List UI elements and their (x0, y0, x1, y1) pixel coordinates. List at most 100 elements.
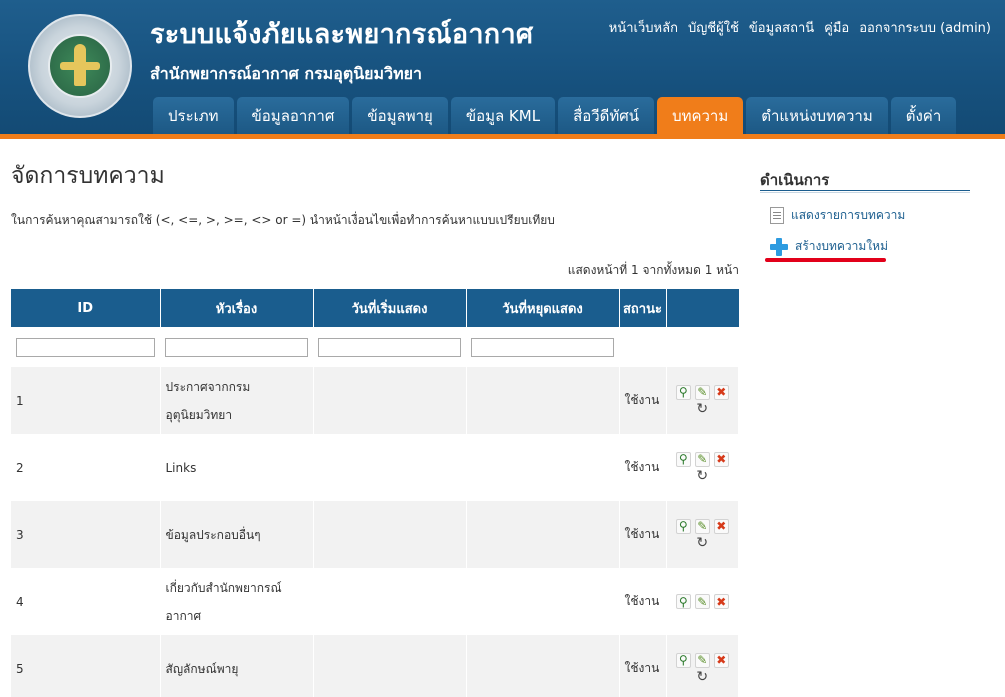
tab-articles[interactable]: บทความ (657, 97, 744, 135)
tab-kml-data[interactable]: ข้อมูล KML (450, 97, 556, 135)
delete-icon[interactable]: ✖ (713, 451, 729, 467)
delete-icon[interactable]: ✖ (713, 384, 729, 400)
cell-status: ใช้งาน (619, 367, 667, 434)
logo-emblem-icon (48, 34, 112, 98)
tab-types[interactable]: ประเภท (153, 97, 234, 135)
toplink-logout[interactable]: ออกจากระบบ (admin) (859, 17, 991, 38)
cell-end-date (466, 568, 620, 635)
view-icon[interactable]: ⚲ (675, 451, 691, 467)
toplink-home[interactable]: หน้าเว็บหลัก (609, 17, 678, 38)
tab-settings[interactable]: ตั้งค่า (890, 97, 957, 135)
sidebar-divider (760, 190, 970, 193)
column-header-status[interactable]: สถานะ (619, 289, 667, 327)
column-header-start-date[interactable]: วันที่เริ่มแสดง (313, 289, 467, 327)
delete-icon[interactable]: ✖ (713, 652, 729, 668)
cell-status: ใช้งาน (619, 568, 667, 635)
restore-icon[interactable]: ↻ (695, 670, 710, 685)
tab-weather-data[interactable]: ข้อมูลอากาศ (236, 97, 350, 135)
filter-cell-id (11, 327, 160, 367)
site-title: ระบบแจ้งภัยและพยากรณ์อากาศ (150, 19, 534, 50)
plus-icon (770, 237, 788, 256)
restore-icon[interactable]: ↻ (695, 536, 710, 551)
table-row: 4 เกี่ยวกับสำนักพยากรณ์ อากาศ ใช้งาน ⚲ ✎… (11, 568, 739, 635)
column-header-id[interactable]: ID (11, 289, 161, 327)
edit-icon[interactable]: ✎ (694, 518, 710, 534)
cell-end-date (466, 635, 620, 697)
create-article-label: สร้างบทความใหม่ (795, 239, 888, 253)
list-articles-link[interactable]: แสดงรายการบทความ (770, 206, 905, 225)
cell-start-date (313, 434, 467, 501)
cell-id: 5 (11, 635, 161, 697)
create-article-link[interactable]: สร้างบทความใหม่ (770, 237, 888, 256)
filter-cell-start (313, 327, 466, 367)
view-icon[interactable]: ⚲ (675, 652, 691, 668)
column-header-actions (666, 289, 739, 327)
filter-cell-status (619, 327, 666, 367)
cell-actions: ⚲ ✎ ✖ ↻ (666, 434, 739, 501)
toplink-stations[interactable]: ข้อมูลสถานี (749, 17, 814, 38)
filter-row (11, 327, 739, 367)
pager-summary: แสดงหน้าที่ 1 จากทั้งหมด 1 หน้า (567, 263, 739, 277)
department-logo-icon[interactable] (28, 14, 132, 118)
edit-icon[interactable]: ✎ (694, 594, 710, 609)
delete-icon[interactable]: ✖ (713, 518, 729, 534)
search-hint: ในการค้นหาคุณสามารถใช้ (<, <=, >, >=, <>… (11, 213, 555, 227)
cell-start-date (313, 568, 467, 635)
filter-end-date-input[interactable] (471, 337, 614, 357)
tab-article-positions[interactable]: ตำแหน่งบทความ (746, 97, 888, 135)
tab-video[interactable]: สื่อวีดีทัศน์ (558, 97, 655, 135)
highlight-underline (765, 258, 886, 262)
table-row: 5 สัญลักษณ์พายุ ใช้งาน ⚲ ✎ ✖ ↻ (11, 635, 739, 697)
main-nav: ประเภท ข้อมูลอากาศ ข้อมูลพายุ ข้อมูล KML… (153, 97, 957, 135)
cell-id: 4 (11, 568, 161, 635)
cell-actions: ⚲ ✎ ✖ ↻ (666, 635, 739, 697)
cell-title-line1: เกี่ยวกับสำนักพยากรณ์ (165, 580, 282, 595)
view-icon[interactable]: ⚲ (675, 594, 691, 609)
column-header-title[interactable]: หัวเรื่อง (160, 289, 314, 327)
restore-icon[interactable]: ↻ (695, 402, 710, 417)
toplink-manual[interactable]: คู่มือ (824, 17, 849, 38)
cell-title: Links (160, 434, 314, 501)
table-row: 1 ประกาศจากกรม อุตุนิยมวิทยา ใช้งาน ⚲ ✎ … (11, 367, 739, 434)
edit-icon[interactable]: ✎ (694, 652, 710, 668)
filter-start-date-input[interactable] (318, 337, 461, 357)
cell-title: ข้อมูลประกอบอื่นๆ (160, 501, 314, 568)
filter-title-input[interactable] (165, 337, 308, 357)
filter-id-input[interactable] (16, 337, 155, 357)
table-header-row: ID หัวเรื่อง วันที่เริ่มแสดง วันที่หยุดแ… (11, 289, 739, 327)
cell-id: 2 (11, 434, 161, 501)
delete-icon[interactable]: ✖ (713, 594, 729, 609)
cell-title-line2: อุตุนิยมวิทยา (165, 407, 233, 422)
table-row: 2 Links ใช้งาน ⚲ ✎ ✖ ↻ (11, 434, 739, 501)
restore-icon[interactable]: ↻ (695, 469, 710, 484)
column-header-end-date[interactable]: วันที่หยุดแสดง (466, 289, 620, 327)
toplink-account[interactable]: บัญชีผู้ใช้ (688, 17, 739, 38)
cell-status: ใช้งาน (619, 501, 667, 568)
cell-status: ใช้งาน (619, 635, 667, 697)
site-subtitle: สำนักพยากรณ์อากาศ กรมอุตุนิยมวิทยา (150, 64, 422, 83)
view-icon[interactable]: ⚲ (675, 518, 691, 534)
cell-actions: ⚲ ✎ ✖ (666, 568, 739, 635)
cell-status: ใช้งาน (619, 434, 667, 501)
sidebar-title: ดำเนินการ (760, 171, 830, 189)
articles-table: ID หัวเรื่อง วันที่เริ่มแสดง วันที่หยุดแ… (11, 289, 739, 697)
table-row: 3 ข้อมูลประกอบอื่นๆ ใช้งาน ⚲ ✎ ✖ ↻ (11, 501, 739, 568)
page-title: จัดการบทความ (11, 163, 165, 189)
view-icon[interactable]: ⚲ (675, 384, 691, 400)
site-header: ระบบแจ้งภัยและพยากรณ์อากาศ สำนักพยากรณ์อ… (0, 0, 1005, 136)
cell-end-date (466, 501, 620, 568)
cell-title-line1: Links (165, 460, 197, 475)
filter-cell-end (466, 327, 619, 367)
filter-cell-actions (666, 327, 739, 367)
cell-id: 3 (11, 501, 161, 568)
cell-start-date (313, 501, 467, 568)
cell-start-date (313, 635, 467, 697)
cell-title-line1: ข้อมูลประกอบอื่นๆ (165, 527, 261, 542)
tab-storm-data[interactable]: ข้อมูลพายุ (352, 97, 448, 135)
edit-icon[interactable]: ✎ (694, 384, 710, 400)
edit-icon[interactable]: ✎ (694, 451, 710, 467)
top-links: หน้าเว็บหลัก บัญชีผู้ใช้ ข้อมูลสถานี คู่… (609, 17, 991, 38)
cell-title: เกี่ยวกับสำนักพยากรณ์ อากาศ (160, 568, 314, 635)
cell-title: ประกาศจากกรม อุตุนิยมวิทยา (160, 367, 314, 434)
cell-start-date (313, 367, 467, 434)
